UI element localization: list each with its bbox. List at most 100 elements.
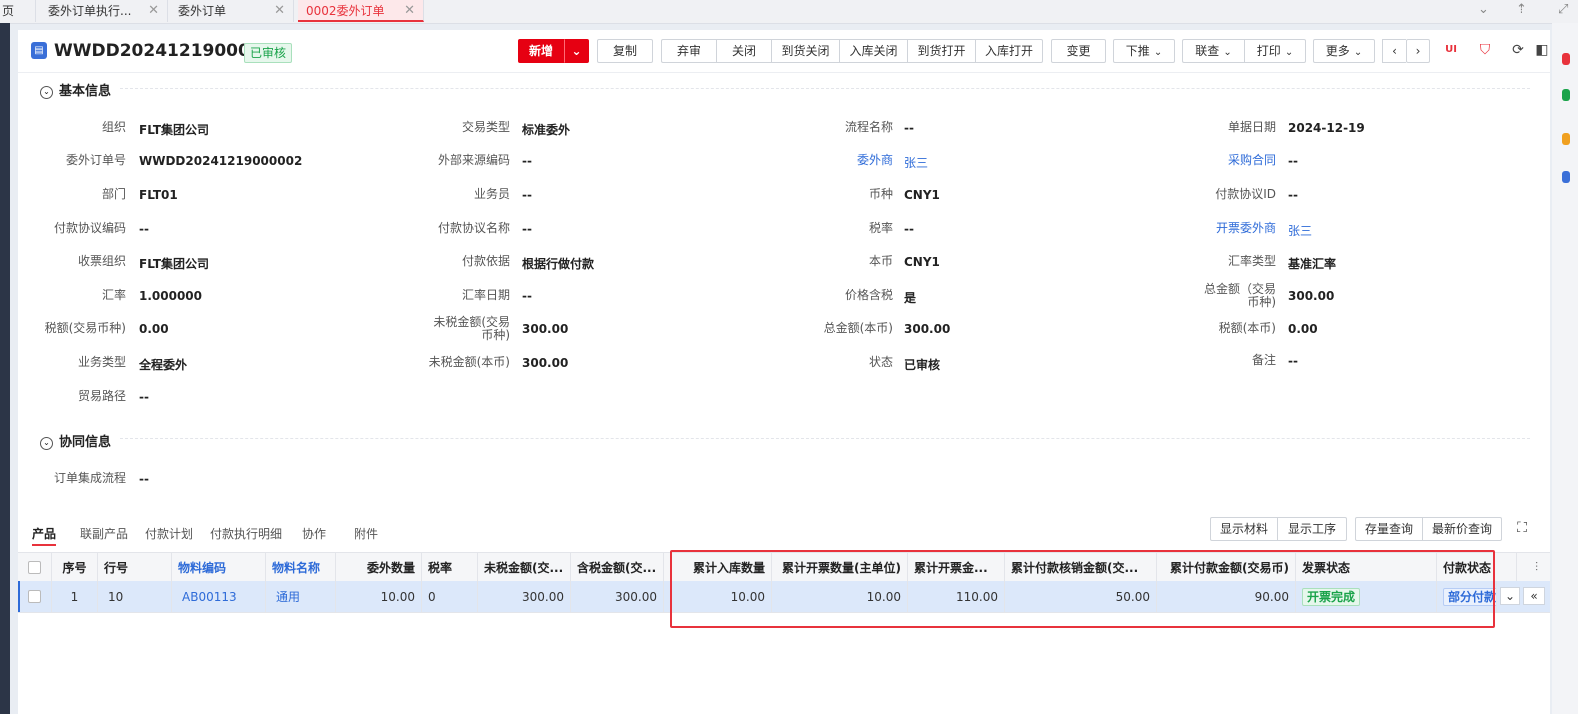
value-trade-path: -- — [139, 390, 149, 404]
label-net-amount-trade: 未税金额(交易 币种) — [400, 316, 510, 342]
close-icon[interactable]: ✕ — [404, 0, 415, 22]
change-button[interactable]: 变更 — [1051, 39, 1106, 63]
label-price-incl-tax: 价格含税 — [844, 288, 893, 302]
section-basic-info[interactable]: ⌄ 基本信息 — [40, 80, 111, 99]
col-seq[interactable]: 序号 — [52, 553, 98, 581]
stock-in-open-button[interactable]: 入库打开 — [975, 39, 1043, 63]
col-line-no[interactable]: 行号 — [98, 553, 172, 581]
col-tax-rate[interactable]: 税率 — [422, 553, 478, 581]
col-material-name[interactable]: 物料名称 — [266, 553, 336, 581]
link-query-button[interactable]: 联查 ⌄ — [1182, 39, 1244, 63]
value-tax-rate: -- — [904, 222, 914, 236]
row-checkbox[interactable] — [18, 581, 52, 612]
tab-order-execution[interactable]: 委外订单执行... ✕ — [40, 0, 168, 22]
tab-home[interactable]: 页 — [0, 0, 36, 22]
cell-material-code[interactable]: AB00113 — [172, 581, 266, 612]
value-vendor[interactable]: 张三 — [904, 154, 928, 171]
show-material-button[interactable]: 显示材料 — [1210, 517, 1278, 541]
label-receiving-org: 收票组织 — [77, 254, 126, 268]
row-collapse-button[interactable]: « — [1523, 587, 1545, 605]
label-vendor[interactable]: 委外商 — [783, 154, 893, 167]
copy-button[interactable]: 复制 — [597, 39, 653, 63]
col-quantity[interactable]: 委外数量 — [336, 553, 422, 581]
push-down-button[interactable]: 下推 ⌄ — [1113, 39, 1175, 63]
tab-co-products[interactable]: 联副产品 — [80, 525, 128, 542]
value-remark: -- — [1288, 354, 1298, 368]
label-department: 部门 — [101, 187, 126, 201]
tab-products[interactable]: 产品 — [32, 525, 56, 542]
more-button[interactable]: 更多 ⌄ — [1313, 39, 1375, 63]
label-integration-flow: 订单集成流程 — [53, 471, 126, 485]
close-icon[interactable]: ✕ — [274, 0, 285, 22]
cell-material-name[interactable]: 通用 — [266, 581, 336, 612]
value-salesman: -- — [522, 188, 532, 202]
tab-outsource-order-0002[interactable]: 0002委外订单 ✕ — [298, 0, 424, 22]
latest-price-query-button[interactable]: 最新价查询 — [1422, 517, 1502, 541]
new-button[interactable]: 新增 — [518, 39, 564, 63]
close-icon[interactable]: ✕ — [148, 0, 159, 22]
previous-record-button[interactable]: ‹ — [1382, 39, 1406, 63]
col-material-code[interactable]: 物料编码 — [172, 553, 266, 581]
chevron-down-icon: ⌄ — [1223, 47, 1232, 58]
label-order-no: 委外订单号 — [65, 153, 126, 167]
cell-net-amount: 300.00 — [478, 581, 571, 612]
fullscreen-icon[interactable]: ⛶ — [1512, 518, 1532, 538]
select-all-checkbox[interactable] — [18, 553, 52, 581]
close-button[interactable]: 关闭 — [716, 39, 771, 63]
print-button[interactable]: 打印 ⌄ — [1244, 39, 1306, 63]
value-invoice-vendor[interactable]: 张三 — [1288, 222, 1312, 239]
label-rate-type: 汇率类型 — [1227, 254, 1276, 268]
label-exchange-rate: 汇率 — [101, 288, 126, 302]
more-label: 更多 — [1325, 44, 1350, 58]
column-settings-icon[interactable]: ⫶ — [1523, 553, 1550, 581]
row-expand-button[interactable]: ⌄ — [1500, 587, 1520, 605]
tab-collaboration[interactable]: 协作 — [302, 525, 326, 542]
tab-outsource-order[interactable]: 委外订单 ✕ — [170, 0, 294, 22]
app-icon[interactable] — [1562, 171, 1570, 183]
new-dropdown-button[interactable]: ⌄ — [564, 39, 589, 63]
abandon-review-button[interactable]: 弃审 — [661, 39, 716, 63]
value-purchase-contract: -- — [1288, 154, 1298, 168]
value-process-name: -- — [904, 121, 914, 135]
col-net-amount[interactable]: 未税金额(交... — [478, 553, 571, 581]
value-trade-type: 标准委外 — [522, 123, 571, 137]
label-tax-local: 税额(本币) — [1218, 321, 1276, 335]
value-payment-agreement-id: -- — [1288, 188, 1298, 202]
tab-attachments[interactable]: 附件 — [354, 525, 378, 542]
label-purchase-contract[interactable]: 采购合同 — [1166, 154, 1276, 167]
share-icon[interactable]: ⛉ — [1475, 40, 1495, 60]
label-invoice-vendor[interactable]: 开票委外商 — [1166, 222, 1276, 235]
section-collaboration-info[interactable]: ⌄ 协同信息 — [40, 431, 111, 450]
refresh-icon[interactable]: ⟳ — [1508, 40, 1528, 60]
ui-designer-icon[interactable]: UI — [1441, 40, 1461, 60]
app-icon[interactable] — [1562, 53, 1570, 65]
collapse-panel-icon[interactable]: ◧ — [1532, 40, 1552, 60]
upload-icon[interactable]: ⇡ — [1516, 2, 1527, 17]
value-price-incl-tax: 是 — [904, 291, 917, 305]
label-rate-date: 汇率日期 — [461, 288, 510, 302]
expand-icon[interactable]: ⤢ — [1558, 2, 1568, 17]
col-gross-amount[interactable]: 含税金额(交... — [571, 553, 664, 581]
active-tab-indicator — [32, 544, 56, 546]
value-receiving-org: FLT集团公司 — [139, 257, 210, 271]
label-line: 未税金额(交易 — [433, 315, 510, 329]
next-record-button[interactable]: › — [1406, 39, 1430, 63]
label-payment-agreement-id: 付款协议ID — [1215, 187, 1276, 201]
tab-payment-execution[interactable]: 付款执行明细 — [210, 525, 282, 542]
chevron-down-icon[interactable]: ⌄ — [1478, 2, 1489, 17]
stock-in-close-button[interactable]: 入库关闭 — [839, 39, 907, 63]
document-header: ▤ WWDD20241219000002 已审核 新增 ⌄ 复制 弃审 关闭 到… — [18, 30, 1550, 73]
app-icon[interactable] — [1562, 89, 1570, 101]
arrival-close-button[interactable]: 到货关闭 — [771, 39, 839, 63]
stock-query-button[interactable]: 存量查询 — [1355, 517, 1423, 541]
cell-tax-rate: 0 — [422, 581, 478, 612]
chevron-down-icon: ⌄ — [40, 86, 53, 99]
label-tax-trade: 税额(交易币种) — [44, 321, 126, 335]
label-remark: 备注 — [1251, 353, 1276, 367]
arrival-open-button[interactable]: 到货打开 — [907, 39, 975, 63]
app-icon[interactable] — [1562, 133, 1570, 145]
tab-payment-plan[interactable]: 付款计划 — [145, 525, 193, 542]
label-tax-rate: 税率 — [868, 221, 893, 235]
show-process-button[interactable]: 显示工序 — [1277, 517, 1347, 541]
value-total-amount-local: 300.00 — [904, 322, 951, 336]
